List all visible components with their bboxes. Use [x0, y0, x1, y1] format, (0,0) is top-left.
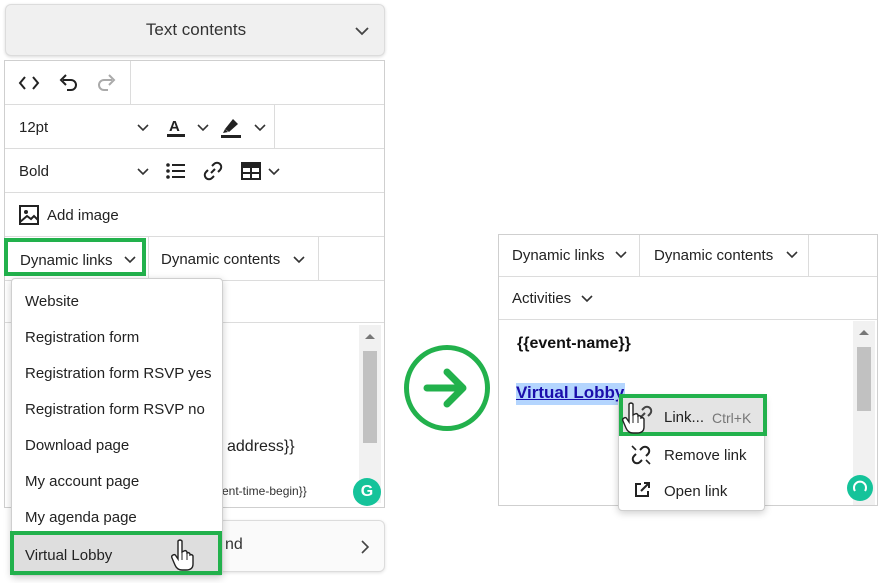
collapsed-section-card[interactable]: nd: [218, 520, 385, 572]
transition-arrow: [404, 345, 490, 431]
activities-select[interactable]: Activities: [512, 290, 571, 307]
toolbar-row-image: Add image: [5, 193, 384, 237]
dropdown-item-registration-rsvp-yes[interactable]: Registration form RSVP yes: [12, 356, 222, 392]
dynamic-contents-select[interactable]: Dynamic contents: [640, 235, 809, 276]
content-time-text: ent-time-begin}}: [222, 484, 307, 498]
bullet-list-icon[interactable]: [165, 160, 187, 182]
dropdown-item-registration-form[interactable]: Registration form: [12, 320, 222, 356]
link-shortcut: Ctrl+K: [712, 410, 752, 426]
chevron-down-icon: [124, 256, 136, 264]
chevron-down-icon: [615, 251, 627, 259]
open-link-item[interactable]: Open link: [629, 475, 764, 507]
scrollbar-thumb[interactable]: [857, 347, 871, 411]
chevron-down-icon[interactable]: [137, 122, 149, 134]
link-icon[interactable]: [202, 160, 224, 182]
chevron-down-icon[interactable]: [268, 166, 280, 178]
scroll-up-icon[interactable]: [363, 331, 377, 341]
chevron-down-icon[interactable]: [137, 166, 149, 178]
toolbar-row-history: [5, 61, 384, 105]
event-name-text: {{event-name}}: [517, 335, 631, 352]
dropdown-item-website[interactable]: Website: [12, 284, 222, 320]
image-icon[interactable]: [18, 204, 40, 226]
add-image-button[interactable]: Add image: [47, 207, 119, 224]
dynamic-contents-label: Dynamic contents: [654, 247, 774, 264]
toolbar-row-dynamic: Dynamic links Dynamic contents: [499, 235, 877, 277]
text-color-icon[interactable]: A: [165, 116, 187, 138]
toolbar-row-format: Bold: [5, 149, 384, 193]
scrollbar-thumb[interactable]: [363, 351, 377, 443]
dynamic-links-label: Dynamic links: [512, 247, 605, 264]
dropdown-item-my-account-page[interactable]: My account page: [12, 464, 222, 500]
grammarly-icon[interactable]: G: [353, 478, 381, 506]
remove-link-item[interactable]: Remove link: [629, 439, 764, 471]
section-label-fragment: nd: [225, 536, 243, 553]
scroll-up-icon[interactable]: [857, 327, 871, 337]
arrow-right-icon: [423, 368, 467, 408]
header-title: Text contents: [145, 20, 247, 39]
hand-cursor-icon: [621, 402, 645, 434]
open-external-icon: [635, 482, 650, 497]
font-weight-select[interactable]: Bold: [19, 163, 49, 180]
dropdown-item-download-page[interactable]: Download page: [12, 428, 222, 464]
font-size-select[interactable]: 12pt: [19, 119, 48, 136]
text-contents-header[interactable]: Text contents: [5, 4, 385, 56]
remove-link-label: Remove link: [664, 447, 747, 464]
hand-cursor-icon: [170, 539, 194, 571]
toolbar-row-font: 12pt A: [5, 105, 384, 149]
source-code-icon[interactable]: [18, 73, 40, 93]
chevron-right-icon: [361, 540, 370, 554]
chevron-down-icon: [355, 27, 369, 36]
open-link-label: Open link: [664, 483, 728, 500]
dynamic-links-select[interactable]: Dynamic links: [499, 235, 640, 276]
content-address-text: address}}: [227, 438, 295, 455]
toolbar-row-activities: Activities: [499, 277, 877, 320]
dropdown-item-registration-rsvp-no[interactable]: Registration form RSVP no: [12, 392, 222, 428]
table-icon[interactable]: [240, 160, 262, 182]
link-label: Link...: [664, 409, 705, 426]
dynamic-links-label: Dynamic links: [20, 252, 113, 269]
chevron-down-icon[interactable]: [197, 122, 209, 134]
undo-icon[interactable]: [57, 72, 79, 94]
grammarly-icon[interactable]: [847, 475, 873, 501]
dynamic-contents-select[interactable]: Dynamic contents: [161, 251, 280, 268]
chevron-down-icon: [786, 251, 798, 259]
virtual-lobby-link[interactable]: Virtual Lobby: [516, 383, 626, 405]
virtual-lobby-label: Virtual Lobby: [25, 547, 113, 564]
redo-icon[interactable]: [96, 72, 118, 94]
chevron-down-icon[interactable]: [293, 254, 305, 266]
chevron-down-icon[interactable]: [254, 122, 266, 134]
unlink-icon: [631, 445, 651, 465]
chevron-down-icon[interactable]: [581, 293, 593, 305]
highlight-color-icon[interactable]: [219, 115, 243, 139]
dynamic-links-button[interactable]: Dynamic links: [4, 238, 146, 276]
svg-text:A: A: [169, 118, 180, 135]
